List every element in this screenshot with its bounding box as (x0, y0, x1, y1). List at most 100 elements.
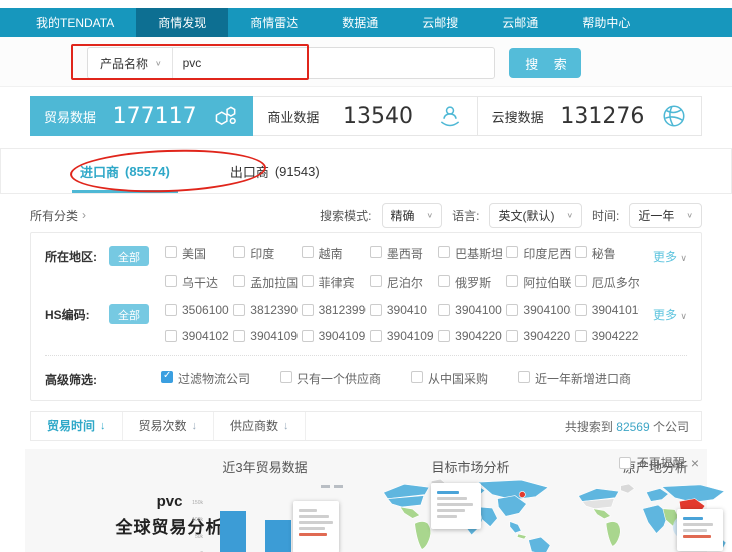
checkbox-icon (575, 330, 587, 342)
advanced-checkbox-buy-from-china[interactable]: 从中国采购 (411, 370, 488, 388)
region-checkbox[interactable]: 菲律宾 (302, 274, 366, 291)
hscode-checkbox[interactable]: 39041020 (165, 329, 229, 343)
advanced-checkbox-filter-logistics[interactable]: 过滤物流公司 (161, 370, 250, 388)
origin-map[interactable]: 原产地分析 (573, 457, 732, 552)
region-checkbox[interactable]: 尼泊尔 (370, 274, 434, 291)
hscode-checkbox[interactable]: 39041099 (370, 329, 434, 343)
search-mode-label: 搜索模式: (320, 207, 371, 224)
nav-item-cloud-mail-pass[interactable]: 云邮通 (480, 8, 560, 37)
language-select[interactable]: 英文(默认) ∨ (489, 203, 582, 228)
hscode-checkbox[interactable]: 39042201 (506, 329, 570, 343)
svg-text:50k: 50k (195, 534, 204, 540)
hscode-checkbox[interactable]: 39041003 (506, 303, 570, 317)
sort-trade-count[interactable]: 贸易次数↓ (123, 412, 215, 440)
stat-trade-data[interactable]: 贸易数据 177117 (30, 96, 253, 136)
dont-remind-checkbox[interactable] (619, 457, 631, 469)
svg-text:100k: 100k (192, 517, 203, 523)
tab-importers[interactable]: 进口商 (85574) (76, 149, 174, 193)
hscode-checkbox[interactable]: 39042220 (575, 329, 639, 343)
trade-3yr-chart[interactable]: 近3年贸易数据 150k100k50k0 2019 2020 2021 (165, 457, 365, 552)
result-count-text: 共搜索到 82569 个公司 (565, 418, 701, 435)
checkbox-icon (302, 330, 314, 342)
region-checkbox[interactable]: 厄瓜多尔 (575, 274, 639, 291)
hscode-checkbox[interactable]: 39041010 (575, 303, 639, 317)
nav-item-business-discovery[interactable]: 商情发现 (136, 8, 228, 37)
close-icon[interactable]: × (691, 455, 699, 471)
nav-item-data-pass[interactable]: 数据通 (320, 8, 400, 37)
hscode-checkbox[interactable]: 39041000 (438, 303, 502, 317)
importer-exporter-tabs: 进口商 (85574) 出口商 (91543) (0, 148, 732, 194)
checkbox-icon (575, 246, 587, 258)
nav-item-my-tendata[interactable]: 我的TENDATA (14, 8, 136, 37)
checkbox-icon (575, 304, 587, 316)
hscode-all-button[interactable]: 全部 (109, 304, 149, 324)
result-count: 82569 (616, 420, 649, 434)
advanced-checkbox-single-supplier[interactable]: 只有一个供应商 (280, 370, 381, 388)
checkbox-icon (165, 330, 177, 342)
search-category-label: 产品名称 (100, 55, 148, 72)
hscode-checkbox[interactable]: 39042200 (438, 329, 502, 343)
stat-label: 商业数据 (267, 107, 319, 126)
person-hand-icon (437, 103, 463, 129)
checkbox-icon (438, 330, 450, 342)
chevron-down-icon: ∨ (427, 211, 434, 220)
region-checkbox[interactable]: 美国 (165, 245, 229, 262)
nav-item-help-center[interactable]: 帮助中心 (560, 8, 652, 37)
chevron-down-icon: ∨ (155, 59, 162, 68)
region-checkbox[interactable]: 孟加拉国 (233, 274, 297, 291)
checkbox-icon (518, 371, 530, 383)
region-all-button[interactable]: 全部 (109, 246, 149, 266)
advanced-checkbox-new-importers[interactable]: 近一年新增进口商 (518, 370, 631, 388)
checkbox-icon (370, 304, 382, 316)
chevron-right-icon: › (82, 208, 86, 222)
checkbox-icon (302, 246, 314, 258)
nav-item-business-radar[interactable]: 商情雷达 (228, 8, 320, 37)
sort-trade-time[interactable]: 贸易时间↓ (31, 412, 123, 440)
search-category-dropdown[interactable]: 产品名称 ∨ (88, 48, 173, 78)
checkbox-icon (302, 275, 314, 287)
region-checkbox[interactable]: 墨西哥 (370, 245, 434, 262)
tab-count: (85574) (125, 164, 170, 179)
chart-legend (321, 485, 343, 488)
nav-item-cloud-mail-search[interactable]: 云邮搜 (400, 8, 480, 37)
hscode-more-link[interactable]: 更多 ∨ (639, 303, 687, 343)
region-checkbox[interactable]: 越南 (302, 245, 366, 262)
top-margin (0, 0, 732, 8)
stat-business-data[interactable]: 商业数据 13540 (253, 96, 477, 136)
all-categories-link[interactable]: 所有分类 (30, 207, 78, 224)
dismiss-row: 不再提醒 × (619, 454, 699, 471)
region-checkbox[interactable]: 俄罗斯 (438, 274, 502, 291)
checkbox-icon (370, 246, 382, 258)
spacer (125, 368, 161, 388)
target-market-map[interactable]: 目标市场分析 (373, 457, 568, 552)
region-checkbox[interactable]: 阿拉伯联合... (506, 274, 570, 291)
hscode-checkbox[interactable]: 38123900 (233, 303, 297, 317)
region-checkbox[interactable]: 印度尼西亚 (506, 245, 570, 262)
hscode-checkbox[interactable]: 38123990 (302, 303, 366, 317)
stat-label: 贸易数据 (44, 107, 96, 126)
region-more-link[interactable]: 更多 ∨ (639, 245, 687, 291)
region-checkbox[interactable]: 印度 (233, 245, 297, 262)
search-input[interactable] (173, 48, 494, 78)
hscode-checkbox[interactable]: 35061000 (165, 303, 229, 317)
hscode-checkbox[interactable]: 390410 (370, 303, 434, 317)
region-checkbox[interactable]: 乌干达 (165, 274, 229, 291)
hscode-checkbox[interactable]: 39041090 (233, 329, 297, 343)
stat-cloud-search-data[interactable]: 云搜数据 131276 (478, 96, 702, 136)
sort-supplier-count[interactable]: 供应商数↓ (214, 412, 306, 440)
hscode-checkbox[interactable]: 39041092 (302, 329, 366, 343)
checkbox-icon (233, 246, 245, 258)
search-button[interactable]: 搜 索 (509, 48, 581, 78)
checkbox-icon (438, 246, 450, 258)
region-checkbox[interactable]: 巴基斯坦 (438, 245, 502, 262)
tab-exporters[interactable]: 出口商 (91543) (226, 149, 324, 193)
checkbox-icon (165, 275, 177, 287)
region-checkbox[interactable]: 秘鲁 (575, 245, 639, 262)
advanced-checkbox-list: 过滤物流公司 只有一个供应商 从中国采购 近一年新增进口商 (161, 368, 687, 388)
checkbox-icon (233, 304, 245, 316)
chevron-down-icon: ∨ (566, 211, 573, 220)
time-value: 近一年 (638, 207, 674, 224)
region-filter-row: 所在地区: 全部 美国 印度 越南 墨西哥 巴基斯坦 印度尼西亚 秘鲁 乌干达 … (45, 245, 687, 291)
time-select[interactable]: 近一年 ∨ (629, 203, 702, 228)
search-mode-select[interactable]: 精确 ∨ (382, 203, 443, 228)
